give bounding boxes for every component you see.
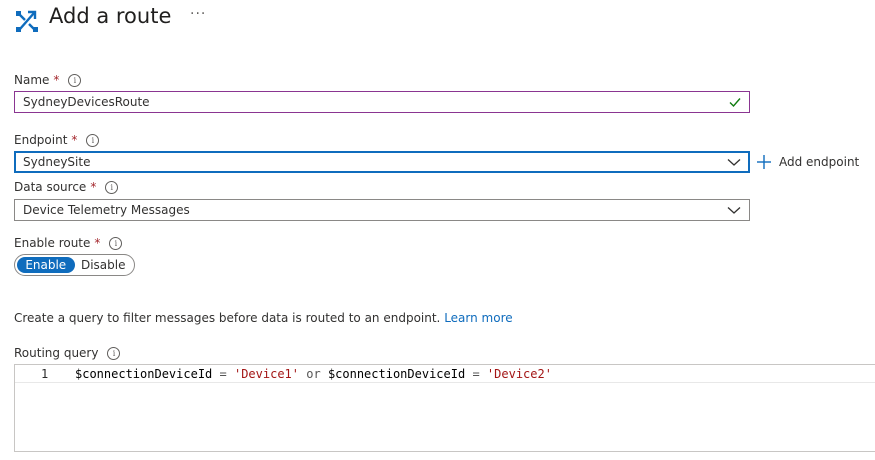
- required-marker: *: [90, 180, 97, 194]
- query-description-text: Create a query to filter messages before…: [14, 311, 441, 325]
- query-description: Create a query to filter messages before…: [14, 311, 513, 325]
- code-token: $connectionDeviceId: [75, 367, 213, 381]
- code-token: 'Device2': [486, 367, 552, 381]
- disable-option[interactable]: Disable: [75, 257, 133, 273]
- endpoint-select-value: SydneySite: [23, 155, 91, 169]
- data-source-label: Data source * i: [14, 179, 119, 195]
- info-icon[interactable]: i: [107, 346, 121, 360]
- name-label-text: Name: [14, 73, 50, 87]
- required-marker: *: [94, 236, 101, 250]
- routing-query-editor[interactable]: 1 $connectionDeviceId = 'Device1' or $co…: [14, 364, 875, 452]
- name-input[interactable]: SydneyDevicesRoute: [14, 91, 750, 113]
- endpoint-select[interactable]: SydneySite: [14, 151, 750, 173]
- plus-icon: [757, 155, 771, 169]
- endpoint-label: Endpoint * i: [14, 132, 100, 148]
- chevron-down-icon: [727, 207, 741, 214]
- endpoint-label-text: Endpoint: [14, 133, 68, 147]
- code-token: =: [472, 367, 480, 381]
- route-icon: [16, 10, 38, 32]
- routing-query-label-text: Routing query: [14, 346, 99, 360]
- code-line: $connectionDeviceId = 'Device1' or $conn…: [75, 367, 552, 381]
- page-title: Add a route: [49, 4, 172, 28]
- info-icon[interactable]: i: [68, 73, 82, 87]
- required-marker: *: [53, 73, 60, 87]
- code-token: $connectionDeviceId: [327, 367, 466, 381]
- add-endpoint-label: Add endpoint: [779, 155, 860, 169]
- code-token: =: [219, 367, 227, 381]
- more-options-button[interactable]: ···: [190, 4, 206, 24]
- add-endpoint-button[interactable]: Add endpoint: [757, 152, 859, 172]
- name-input-value: SydneyDevicesRoute: [23, 95, 150, 109]
- info-icon[interactable]: i: [109, 236, 123, 250]
- enable-route-label: Enable route * i: [14, 235, 123, 251]
- data-source-label-text: Data source: [14, 180, 87, 194]
- enable-route-label-text: Enable route: [14, 236, 91, 250]
- code-token: or: [306, 367, 321, 381]
- learn-more-link[interactable]: Learn more: [444, 311, 512, 325]
- routing-query-label: Routing query i: [14, 345, 121, 361]
- data-source-select[interactable]: Device Telemetry Messages: [14, 199, 750, 221]
- checkmark-icon: [729, 98, 741, 108]
- info-icon[interactable]: i: [105, 180, 119, 194]
- info-icon[interactable]: i: [86, 133, 100, 147]
- line-number: 1: [41, 367, 49, 381]
- enable-route-toggle: Enable Disable: [14, 254, 135, 276]
- name-label: Name * i: [14, 72, 82, 88]
- required-marker: *: [71, 133, 78, 147]
- enable-option[interactable]: Enable: [17, 257, 75, 273]
- chevron-down-icon: [727, 159, 741, 166]
- data-source-select-value: Device Telemetry Messages: [23, 203, 190, 217]
- code-token: 'Device1': [233, 367, 300, 381]
